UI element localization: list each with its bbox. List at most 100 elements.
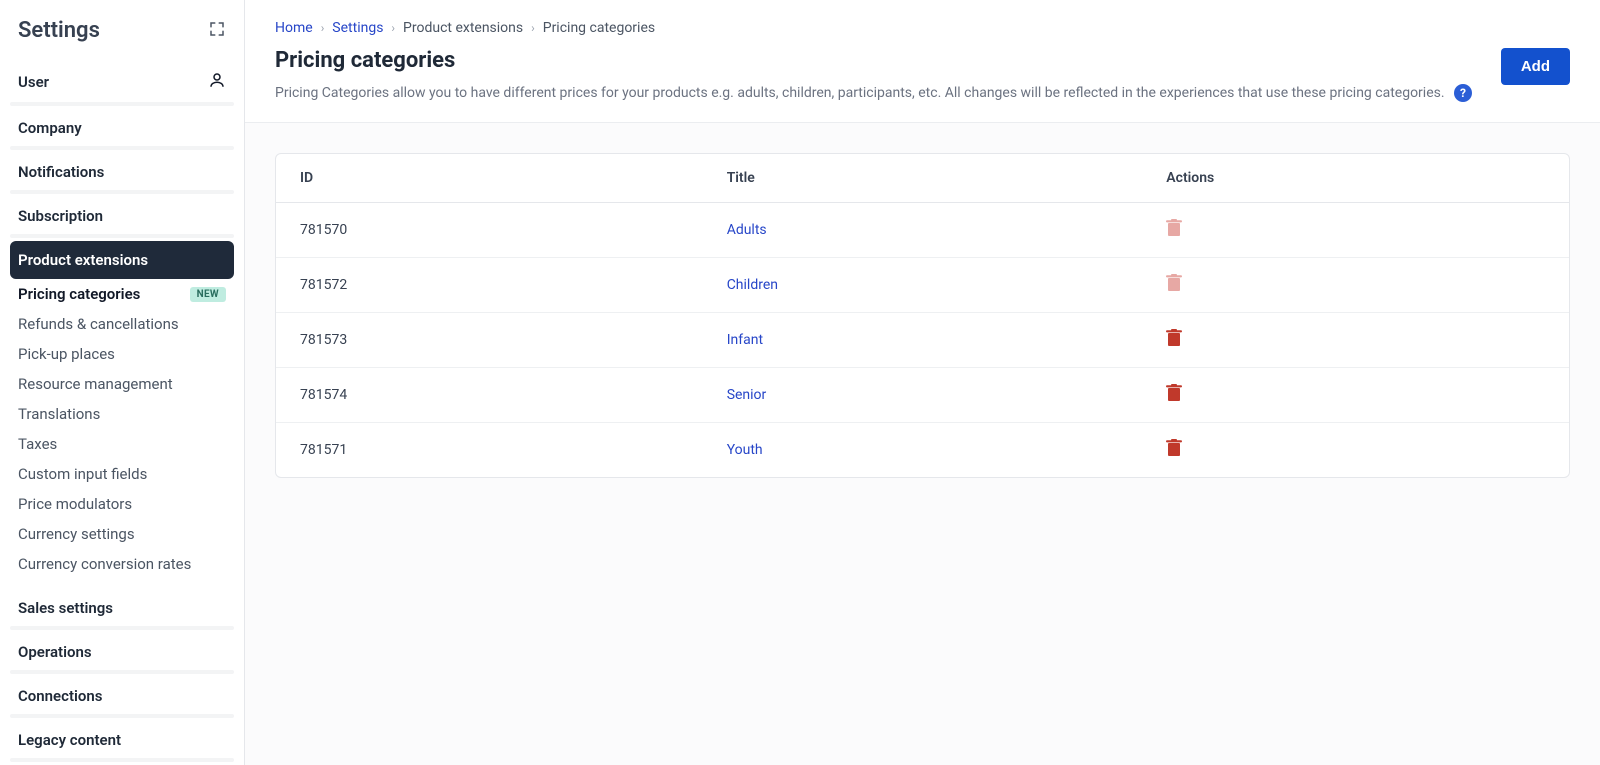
sidebar-item-label: Currency settings xyxy=(18,525,135,543)
expand-icon[interactable] xyxy=(208,20,226,42)
sidebar-item-product-extensions[interactable]: Product extensions xyxy=(10,241,234,279)
sidebar-sub-translations[interactable]: Translations xyxy=(10,399,234,429)
sidebar-item-label: Refunds & cancellations xyxy=(18,315,179,333)
sidebar-item-label: Pick-up places xyxy=(18,345,115,363)
content-body: ID Title Actions 781570 Adults 781572 Chil… xyxy=(245,123,1600,765)
sidebar-item-label: Sales settings xyxy=(18,599,113,617)
sidebar-item-subscription[interactable]: Subscription xyxy=(10,197,234,235)
sidebar-sub-currency-settings[interactable]: Currency settings xyxy=(10,519,234,549)
sidebar-item-label: Translations xyxy=(18,405,100,423)
sidebar-item-user[interactable]: User xyxy=(10,61,234,103)
sidebar-item-notifications[interactable]: Notifications xyxy=(10,153,234,191)
sidebar-header: Settings xyxy=(10,18,234,61)
sidebar-item-connections[interactable]: Connections xyxy=(10,677,234,715)
row-title-cell: Senior xyxy=(703,368,1143,423)
sidebar-sub-currency-rates[interactable]: Currency conversion rates xyxy=(10,549,234,579)
trash-icon xyxy=(1166,219,1182,240)
row-id: 781573 xyxy=(276,313,703,368)
breadcrumb-current: Pricing categories xyxy=(543,20,655,36)
col-header-id: ID xyxy=(276,154,703,203)
breadcrumb-home[interactable]: Home xyxy=(275,20,313,36)
delete-button[interactable] xyxy=(1166,384,1182,405)
page-title: Pricing categories xyxy=(275,48,1472,73)
sidebar-sub-price-modulators[interactable]: Price modulators xyxy=(10,489,234,519)
sidebar-item-operations[interactable]: Operations xyxy=(10,633,234,671)
trash-icon xyxy=(1166,439,1182,460)
sidebar-item-sales-settings[interactable]: Sales settings xyxy=(10,589,234,627)
sidebar-sub-pricing-categories[interactable]: Pricing categories NEW xyxy=(10,279,234,309)
sidebar-item-label: Connections xyxy=(18,687,102,705)
page-description-line: Pricing Categories allow you to have dif… xyxy=(275,83,1472,104)
delete-button[interactable] xyxy=(1166,329,1182,350)
sidebar-sub-pickup[interactable]: Pick-up places xyxy=(10,339,234,369)
col-header-title: Title xyxy=(703,154,1143,203)
add-button[interactable]: Add xyxy=(1501,48,1570,85)
row-title-cell: Children xyxy=(703,258,1143,313)
breadcrumb-product-extensions: Product extensions xyxy=(403,20,523,36)
sidebar-title: Settings xyxy=(18,18,100,43)
row-title-link[interactable]: Adults xyxy=(727,222,767,238)
chevron-right-icon: › xyxy=(321,21,325,35)
pricing-categories-table: ID Title Actions 781570 Adults 781572 Chil… xyxy=(276,154,1569,477)
breadcrumb-settings[interactable]: Settings xyxy=(332,20,383,36)
sidebar-item-label: Notifications xyxy=(18,163,104,181)
sidebar-item-legacy-content[interactable]: Legacy content xyxy=(10,721,234,759)
row-id: 781570 xyxy=(276,203,703,258)
sidebar-sub-custom-input[interactable]: Custom input fields xyxy=(10,459,234,489)
row-title-link[interactable]: Youth xyxy=(727,442,763,458)
row-actions xyxy=(1142,313,1569,368)
row-title-cell: Youth xyxy=(703,423,1143,478)
sidebar-sub-refunds[interactable]: Refunds & cancellations xyxy=(10,309,234,339)
settings-sidebar: Settings User Company Notifications Subs… xyxy=(0,0,245,765)
new-badge: NEW xyxy=(190,287,226,302)
delete-button xyxy=(1166,274,1182,295)
sidebar-sub-resource[interactable]: Resource management xyxy=(10,369,234,399)
table-row: 781571 Youth xyxy=(276,423,1569,478)
row-actions xyxy=(1142,203,1569,258)
table-row: 781574 Senior xyxy=(276,368,1569,423)
page-description: Pricing Categories allow you to have dif… xyxy=(275,85,1445,101)
row-title-cell: Infant xyxy=(703,313,1143,368)
sidebar-nav-primary: User Company Notifications Subscription … xyxy=(10,61,234,279)
row-title-cell: Adults xyxy=(703,203,1143,258)
sidebar-item-label: Legacy content xyxy=(18,731,121,749)
sidebar-item-label: Operations xyxy=(18,643,92,661)
main-content: Home › Settings › Product extensions › P… xyxy=(245,0,1600,765)
trash-icon xyxy=(1166,384,1182,405)
sidebar-item-label: Custom input fields xyxy=(18,465,147,483)
row-actions xyxy=(1142,258,1569,313)
row-id: 781571 xyxy=(276,423,703,478)
sidebar-item-label: Company xyxy=(18,119,82,137)
pricing-categories-table-card: ID Title Actions 781570 Adults 781572 Chil… xyxy=(275,153,1570,478)
trash-icon xyxy=(1166,329,1182,350)
page-header: Home › Settings › Product extensions › P… xyxy=(245,0,1600,123)
page-heading-block: Pricing categories Pricing Categories al… xyxy=(275,48,1472,104)
trash-icon xyxy=(1166,274,1182,295)
help-icon[interactable]: ? xyxy=(1454,84,1472,102)
sidebar-item-label: Product extensions xyxy=(18,251,148,269)
row-actions xyxy=(1142,423,1569,478)
row-title-link[interactable]: Infant xyxy=(727,332,763,348)
row-title-link[interactable]: Senior xyxy=(727,387,767,403)
chevron-right-icon: › xyxy=(531,21,535,35)
row-title-link[interactable]: Children xyxy=(727,277,778,293)
breadcrumb: Home › Settings › Product extensions › P… xyxy=(275,20,1570,36)
sidebar-item-label: Taxes xyxy=(18,435,57,453)
delete-button[interactable] xyxy=(1166,439,1182,460)
table-row: 781570 Adults xyxy=(276,203,1569,258)
col-header-actions: Actions xyxy=(1142,154,1569,203)
sidebar-item-label: User xyxy=(18,73,49,91)
row-actions xyxy=(1142,368,1569,423)
sidebar-item-label: Currency conversion rates xyxy=(18,555,191,573)
sidebar-sub-taxes[interactable]: Taxes xyxy=(10,429,234,459)
table-row: 781573 Infant xyxy=(276,313,1569,368)
row-id: 781572 xyxy=(276,258,703,313)
sidebar-item-label: Pricing categories xyxy=(18,285,140,303)
sidebar-item-company[interactable]: Company xyxy=(10,109,234,147)
sidebar-nav-tail: Sales settings Operations Connections Le… xyxy=(10,589,234,759)
sidebar-item-label: Subscription xyxy=(18,207,103,225)
chevron-right-icon: › xyxy=(391,21,395,35)
row-id: 781574 xyxy=(276,368,703,423)
delete-button xyxy=(1166,219,1182,240)
sidebar-item-label: Resource management xyxy=(18,375,173,393)
